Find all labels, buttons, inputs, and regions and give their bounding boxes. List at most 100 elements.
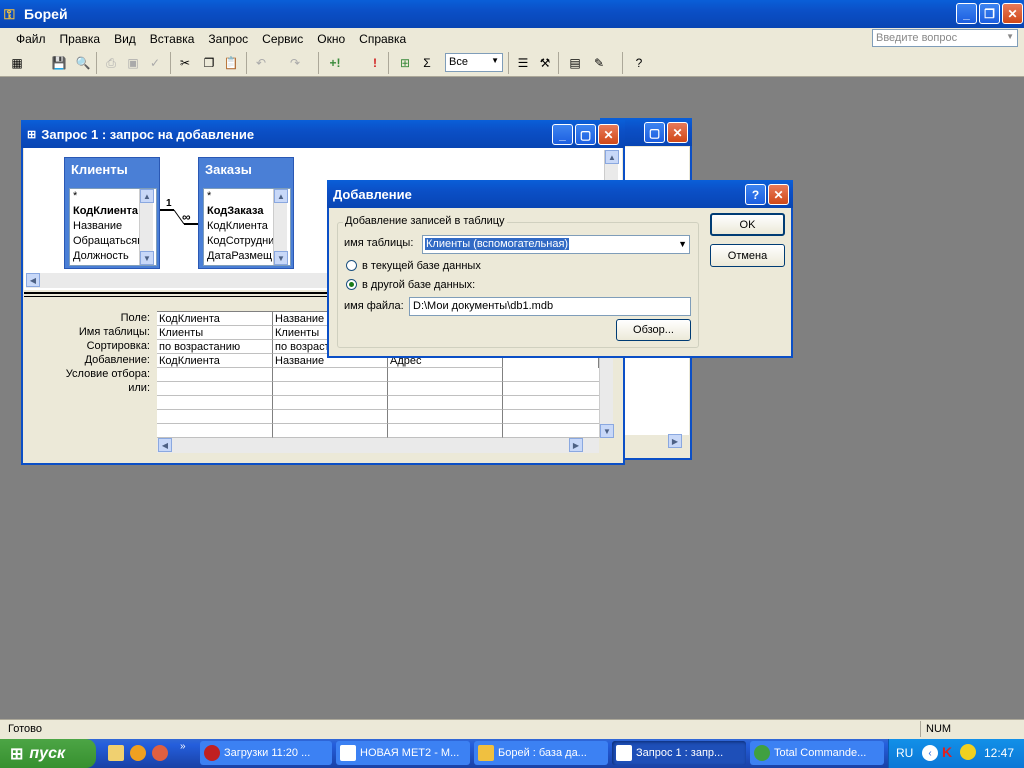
- cancel-button[interactable]: Отмена: [710, 244, 785, 267]
- duck-icon[interactable]: [960, 744, 976, 760]
- table-clients[interactable]: Клиенты * КодКлиента Название Обращаться…: [64, 157, 160, 269]
- grid-hscroll[interactable]: ◀ ▶: [157, 438, 599, 453]
- menu-query[interactable]: Запрос: [208, 32, 248, 46]
- menu-file[interactable]: Файл: [16, 32, 46, 46]
- properties-icon[interactable]: ☰: [514, 54, 532, 72]
- taskbar-button-totalcmd[interactable]: Total Commande...: [750, 741, 884, 765]
- query-type-icon[interactable]: +!: [326, 54, 344, 72]
- scroll-left-icon[interactable]: ◀: [26, 273, 40, 287]
- file-name-input[interactable]: D:\Мои документы\db1.mdb: [409, 297, 691, 316]
- grid-cell[interactable]: КодКлиента: [157, 312, 273, 326]
- taskbar-button-borey[interactable]: Борей : база да...: [474, 741, 608, 765]
- datasheet-view-icon[interactable]: ▦: [8, 54, 26, 72]
- dialog-help-button[interactable]: ?: [745, 184, 766, 205]
- grid-cell[interactable]: [157, 368, 273, 382]
- clients-vscroll[interactable]: ▲ ▼: [139, 189, 154, 265]
- grid-cell[interactable]: КодКлиента: [157, 354, 273, 368]
- menu-window[interactable]: Окно: [317, 32, 345, 46]
- bg-scroll-right-icon[interactable]: ▶: [668, 434, 682, 448]
- chevron-down-icon[interactable]: ▼: [678, 239, 687, 249]
- menu-insert[interactable]: Вставка: [150, 32, 195, 46]
- grid-cell[interactable]: [273, 410, 388, 424]
- scroll-right-icon[interactable]: ▶: [569, 438, 583, 452]
- menu-tools[interactable]: Сервис: [262, 32, 303, 46]
- grid-cell[interactable]: [273, 396, 388, 410]
- print-icon[interactable]: ⎙: [102, 54, 120, 72]
- quicklaunch-browser-icon[interactable]: [152, 745, 168, 761]
- grid-cell[interactable]: [388, 368, 503, 382]
- scroll-up-icon[interactable]: ▲: [140, 189, 154, 203]
- grid-cell[interactable]: [503, 410, 599, 424]
- ok-button[interactable]: OK: [710, 213, 785, 236]
- grid-cell[interactable]: [157, 382, 273, 396]
- menu-view[interactable]: Вид: [114, 32, 136, 46]
- grid-cell[interactable]: [157, 410, 273, 424]
- redo-icon[interactable]: ↷: [286, 54, 304, 72]
- table-orders[interactable]: Заказы * КодЗаказа КодКлиента КодСотрудн…: [198, 157, 294, 269]
- quicklaunch-player-icon[interactable]: [130, 745, 146, 761]
- totals-icon[interactable]: Σ: [418, 54, 436, 72]
- bg-maximize-button[interactable]: ▢: [644, 122, 665, 143]
- scroll-up-icon[interactable]: ▲: [605, 150, 619, 164]
- radio-current-db[interactable]: [346, 260, 357, 271]
- grid-cell[interactable]: [273, 368, 388, 382]
- language-indicator[interactable]: RU: [896, 746, 913, 760]
- scroll-down-icon[interactable]: ▼: [600, 424, 614, 438]
- grid-cell[interactable]: Клиенты: [157, 326, 273, 340]
- save-icon[interactable]: 💾: [50, 54, 68, 72]
- quicklaunch-editor-icon[interactable]: [108, 745, 124, 761]
- grid-cell[interactable]: [388, 382, 503, 396]
- taskbar-button-word[interactable]: НОВАЯ МЕТ2 - М...: [336, 741, 470, 765]
- search-icon[interactable]: 🔍: [74, 54, 92, 72]
- quicklaunch-more-icon[interactable]: »: [180, 741, 186, 752]
- dialog-close-button[interactable]: ✕: [768, 184, 789, 205]
- menu-edit[interactable]: Правка: [60, 32, 101, 46]
- cut-icon[interactable]: ✂: [176, 54, 194, 72]
- taskbar-button-query[interactable]: Запрос 1 : запр...: [612, 741, 746, 765]
- paste-icon[interactable]: 📋: [222, 54, 240, 72]
- radio-other-db[interactable]: [346, 279, 357, 290]
- taskbar-button-downloads[interactable]: Загрузки 11:20 ...: [200, 741, 332, 765]
- scroll-down-icon[interactable]: ▼: [274, 251, 288, 265]
- grid-cell[interactable]: [157, 424, 273, 438]
- scroll-down-icon[interactable]: ▼: [140, 251, 154, 265]
- start-button[interactable]: ⊞ пуск: [0, 739, 96, 768]
- grid-cell[interactable]: [157, 396, 273, 410]
- scroll-left-icon[interactable]: ◀: [158, 438, 172, 452]
- orders-vscroll[interactable]: ▲ ▼: [273, 189, 288, 265]
- grid-cell[interactable]: по возрастанию: [157, 340, 273, 354]
- show-table-icon[interactable]: ⊞: [396, 54, 414, 72]
- kaspersky-icon[interactable]: K: [942, 744, 952, 760]
- undo-icon[interactable]: ↶: [252, 54, 270, 72]
- query-maximize-button[interactable]: ▢: [575, 124, 596, 145]
- copy-icon[interactable]: ❐: [200, 54, 218, 72]
- minimize-button[interactable]: _: [956, 3, 977, 24]
- browse-button[interactable]: Обзор...: [616, 319, 691, 341]
- database-window-icon[interactable]: ▤: [566, 54, 584, 72]
- restore-button[interactable]: ❐: [979, 3, 1000, 24]
- grid-cell[interactable]: [503, 382, 599, 396]
- grid-cell[interactable]: [273, 424, 388, 438]
- close-button[interactable]: ✕: [1002, 3, 1023, 24]
- bg-close-button[interactable]: ✕: [667, 122, 688, 143]
- preview-icon[interactable]: ▣: [124, 54, 142, 72]
- grid-cell[interactable]: [273, 382, 388, 396]
- query-close-button[interactable]: ✕: [598, 124, 619, 145]
- grid-cell[interactable]: [388, 410, 503, 424]
- grid-cell[interactable]: [388, 424, 503, 438]
- help-icon[interactable]: ?: [630, 54, 648, 72]
- grid-cell[interactable]: [503, 396, 599, 410]
- top-values-combo[interactable]: Все ▼: [445, 53, 503, 72]
- tray-collapse-icon[interactable]: ‹: [922, 745, 938, 761]
- run-icon[interactable]: !: [366, 54, 384, 72]
- help-search-box[interactable]: Введите вопрос ▼: [872, 29, 1018, 47]
- grid-cell[interactable]: [388, 396, 503, 410]
- spelling-icon[interactable]: ✓: [146, 54, 164, 72]
- menu-help[interactable]: Справка: [359, 32, 406, 46]
- scroll-up-icon[interactable]: ▲: [274, 189, 288, 203]
- grid-cell[interactable]: [503, 424, 599, 438]
- grid-cell[interactable]: [503, 368, 599, 382]
- build-icon[interactable]: ⚒: [536, 54, 554, 72]
- new-object-icon[interactable]: ✎: [590, 54, 608, 72]
- table-name-select[interactable]: Клиенты (вспомогательная) ▼: [422, 235, 690, 254]
